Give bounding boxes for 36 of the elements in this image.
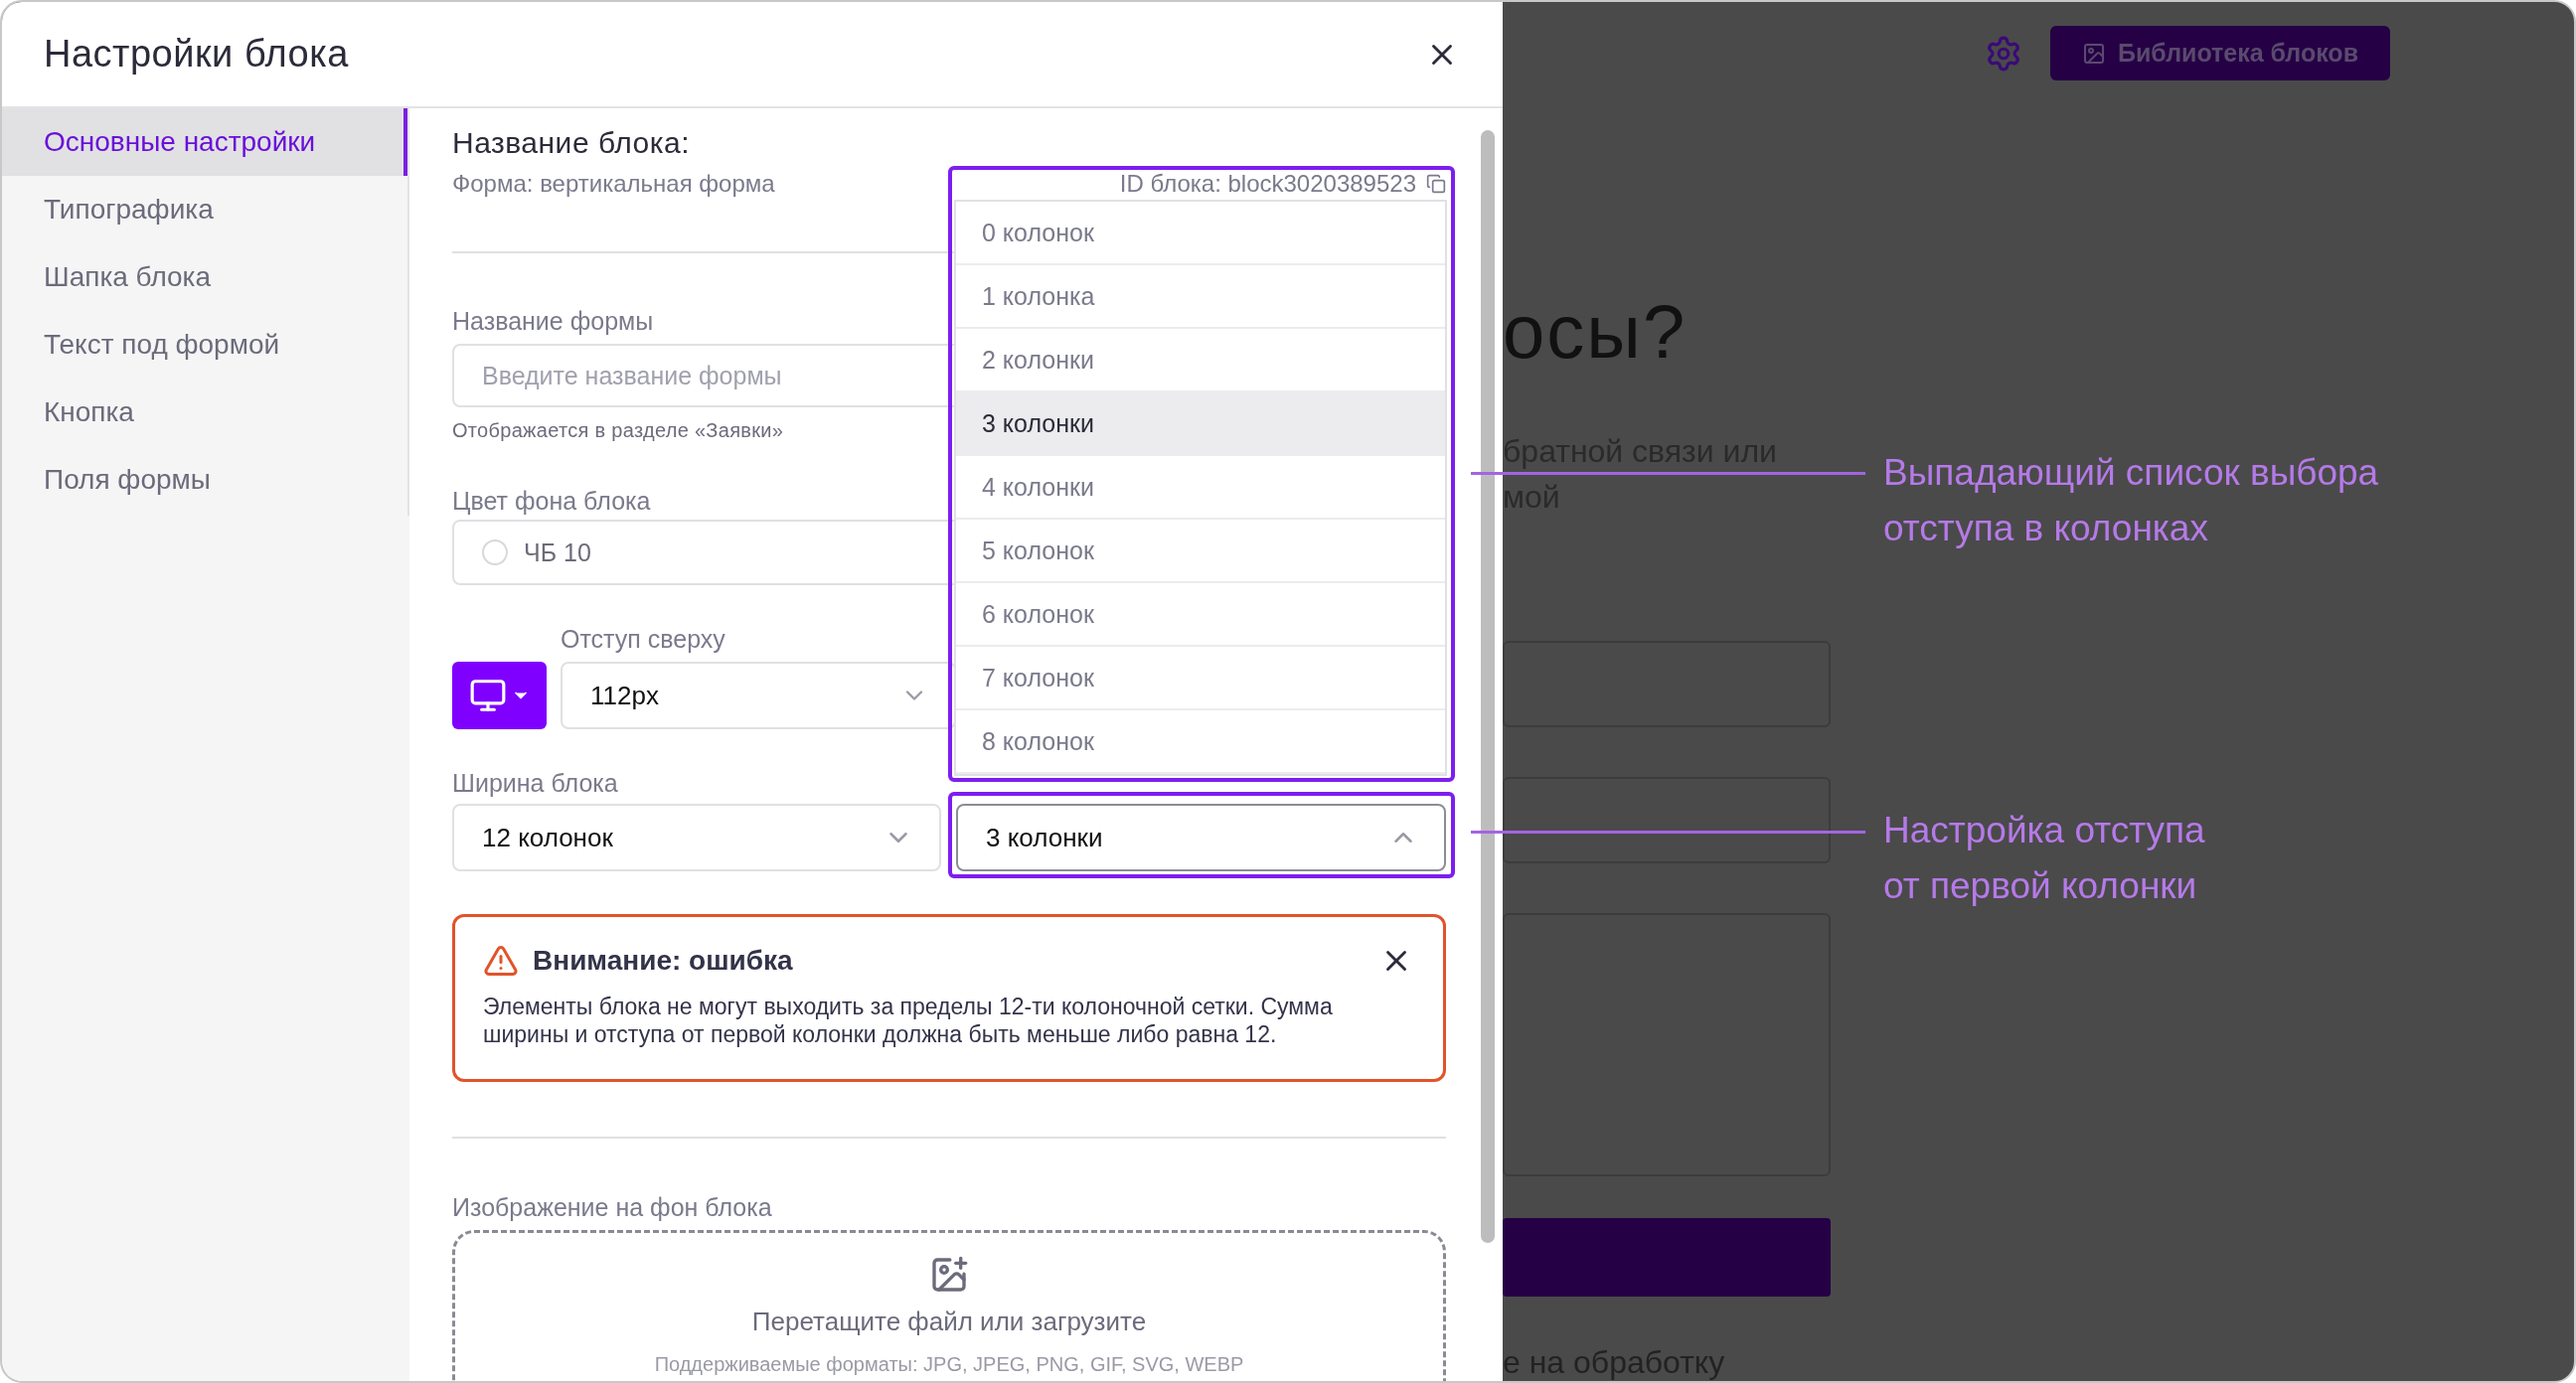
- hint-text: Отображается в разделе «Заявки»: [452, 419, 784, 443]
- sidebar-item[interactable]: Текст под формой: [2, 311, 407, 379]
- image-icon: [2081, 41, 2106, 66]
- sidebar-item[interactable]: Основные настройки: [2, 108, 407, 176]
- formats-text: Поддерживаемые форматы: JPG, JPEG, PNG, GIF, SVG, WEBP: [654, 1353, 1244, 1376]
- device-button[interactable]: [452, 662, 547, 729]
- copy-icon[interactable]: [1426, 174, 1446, 194]
- monitor-icon: [468, 677, 507, 714]
- image-add-icon: [929, 1255, 969, 1295]
- dropzone-text: Перетащите файл или загрузите: [751, 1306, 1147, 1337]
- page-heading: осы?: [1503, 288, 1689, 376]
- warning-icon: [483, 943, 519, 979]
- sidebar-item[interactable]: Типографика: [2, 176, 407, 243]
- error-message: Элементы блока не могут выходить за пределы 12-ти колоночной сетки. Сумма ширины и отступа от первой колонки должна быть меньше либо равна 12.: [483, 993, 1334, 1048]
- scrollbar[interactable]: [1481, 130, 1495, 1243]
- color-swatch-icon: [482, 539, 508, 565]
- image-dropzone[interactable]: Перетащите файл или загрузите Поддерживаемые форматы: JPG, JPEG, PNG, GIF, SVG, WEBP: [452, 1230, 1446, 1381]
- modal-title: Настройки блока: [44, 33, 349, 76]
- field-label: Изображение на фон блока: [452, 1192, 772, 1223]
- sidebar-item[interactable]: Поля формы: [2, 446, 407, 514]
- width-select[interactable]: 12 колонок: [452, 804, 941, 871]
- annotation-text: Настройка отступа от первой колонки: [1883, 809, 2206, 908]
- annotation-text: Выпадающий список выбора отступа в колонках: [1883, 451, 2380, 550]
- field-label: Название формы: [452, 306, 654, 337]
- dropdown-option[interactable]: 3 колонки: [956, 392, 1445, 456]
- error-title: Внимание: ошибка: [533, 945, 793, 977]
- field-label: Ширина блока: [452, 768, 618, 799]
- block-name-label: Название блока:: [452, 125, 692, 161]
- field-label: Цвет фона блока: [452, 486, 651, 517]
- sidebar-item[interactable]: Шапка блока: [2, 243, 407, 311]
- offset-select[interactable]: 3 колонки: [956, 804, 1446, 871]
- top-offset-select[interactable]: 112px: [561, 662, 956, 729]
- block-id-text: ID блока: block3020389523: [1119, 170, 1416, 198]
- sidebar-item[interactable]: Кнопка: [2, 379, 407, 446]
- field-label: Отступ сверху: [561, 624, 725, 655]
- form-type-text: Форма: вертикальная форма: [452, 170, 775, 198]
